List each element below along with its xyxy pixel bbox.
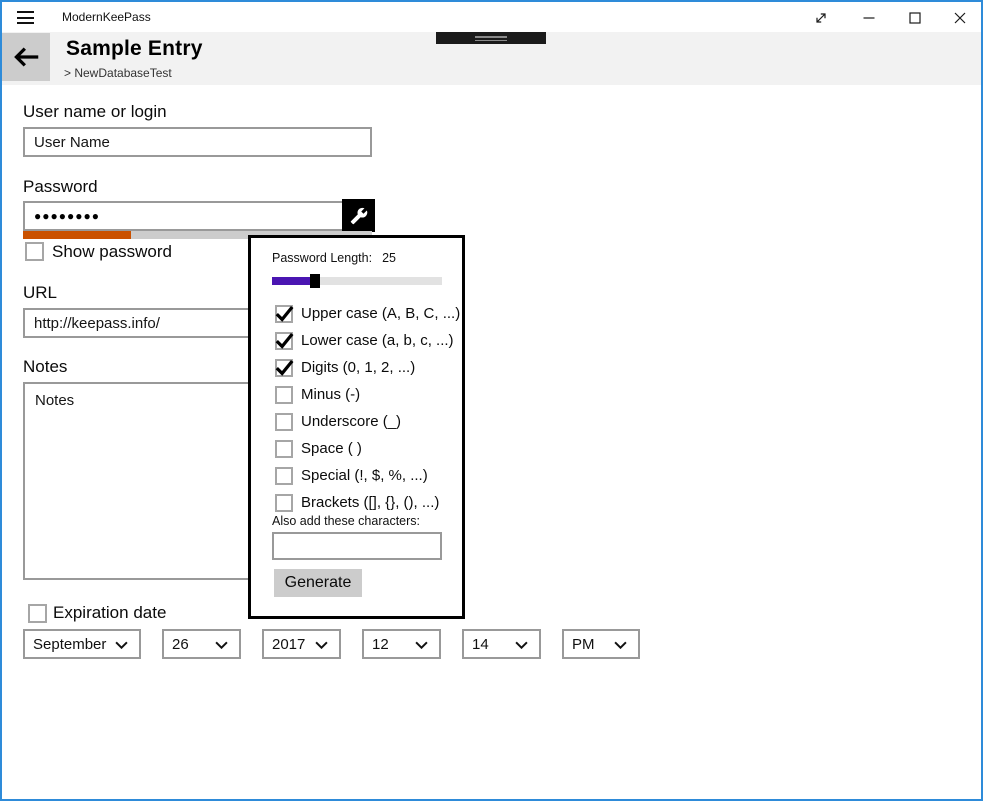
page-title: Sample Entry <box>66 37 203 61</box>
username-label: User name or login <box>23 102 167 122</box>
option-upper-case[interactable]: Upper case (A, B, C, ...) <box>275 300 460 327</box>
hour-value: 12 <box>372 636 389 653</box>
slider-fill <box>272 277 315 285</box>
checkbox[interactable] <box>275 413 293 431</box>
title-bar: ModernKeePass <box>2 2 981 32</box>
show-password-label: Show password <box>52 242 172 262</box>
password-label: Password <box>23 177 98 197</box>
chevron-down-icon <box>115 641 128 649</box>
close-button[interactable] <box>947 5 973 31</box>
expiration-checkbox[interactable] <box>28 604 47 623</box>
close-icon <box>953 11 967 25</box>
slider-thumb[interactable] <box>310 274 320 288</box>
generate-button[interactable]: Generate <box>274 569 362 597</box>
option-brackets[interactable]: Brackets ([], {}, (), ...) <box>275 489 460 516</box>
chevron-down-icon <box>215 641 228 649</box>
option-label: Space ( ) <box>301 440 362 457</box>
chevron-down-icon <box>315 641 328 649</box>
ampm-combobox[interactable]: PM <box>562 629 640 659</box>
option-label: Brackets ([], {}, (), ...) <box>301 494 439 511</box>
minute-combobox[interactable]: 14 <box>462 629 541 659</box>
checkbox[interactable] <box>275 359 293 377</box>
day-combobox[interactable]: 26 <box>162 629 241 659</box>
minimize-button[interactable] <box>856 5 882 31</box>
checkbox[interactable] <box>275 467 293 485</box>
password-generator-popup: Password Length: 25 Upper case (A, B, C,… <box>248 235 465 619</box>
also-add-label: Also add these characters: <box>272 514 420 528</box>
checkbox[interactable] <box>275 332 293 350</box>
password-length-slider[interactable] <box>272 277 442 285</box>
checkbox[interactable] <box>275 440 293 458</box>
option-label: Upper case (A, B, C, ...) <box>301 305 460 322</box>
checkmark-icon <box>275 304 294 323</box>
option-label: Minus (-) <box>301 386 360 403</box>
hour-combobox[interactable]: 12 <box>362 629 441 659</box>
password-length-value: 25 <box>382 251 396 265</box>
password-input[interactable] <box>23 201 372 231</box>
url-label: URL <box>23 283 57 303</box>
checkbox[interactable] <box>275 305 293 323</box>
maximize-button[interactable] <box>902 5 928 31</box>
expiration-label: Expiration date <box>53 603 166 623</box>
chevron-down-icon <box>515 641 528 649</box>
username-input[interactable] <box>23 127 372 157</box>
option-special[interactable]: Special (!, $, %, ...) <box>275 462 460 489</box>
year-combobox[interactable]: 2017 <box>262 629 341 659</box>
chevron-down-icon <box>415 641 428 649</box>
option-digits[interactable]: Digits (0, 1, 2, ...) <box>275 354 460 381</box>
maximize-icon <box>908 11 922 25</box>
day-value: 26 <box>172 636 189 653</box>
password-length-label: Password Length: <box>272 251 372 265</box>
option-space[interactable]: Space ( ) <box>275 435 460 462</box>
back-arrow-icon <box>12 43 40 71</box>
fullscreen-icon <box>814 11 828 25</box>
option-label: Digits (0, 1, 2, ...) <box>301 359 415 376</box>
checkbox[interactable] <box>275 494 293 512</box>
notes-label: Notes <box>23 357 67 377</box>
breadcrumb: > NewDatabaseTest <box>64 66 172 80</box>
option-label: Underscore (_) <box>301 413 401 430</box>
ampm-value: PM <box>572 636 595 653</box>
option-lower-case[interactable]: Lower case (a, b, c, ...) <box>275 327 460 354</box>
extra-characters-input[interactable] <box>272 532 442 560</box>
month-value: September <box>33 636 106 653</box>
option-underscore[interactable]: Underscore (_) <box>275 408 460 435</box>
chevron-down-icon <box>614 641 627 649</box>
app-title: ModernKeePass <box>62 2 151 32</box>
password-strength-fill <box>23 231 131 239</box>
show-password-checkbox[interactable] <box>25 242 44 261</box>
wrench-icon <box>350 207 368 225</box>
option-minus[interactable]: Minus (-) <box>275 381 460 408</box>
year-value: 2017 <box>272 636 305 653</box>
checkbox[interactable] <box>275 386 293 404</box>
option-label: Special (!, $, %, ...) <box>301 467 428 484</box>
hamburger-menu-icon[interactable] <box>17 11 34 24</box>
app-window: ModernKeePass Sample <box>0 0 983 801</box>
charset-options: Upper case (A, B, C, ...) Lower case (a,… <box>275 300 460 516</box>
checkmark-icon <box>275 331 294 350</box>
checkmark-icon <box>275 358 294 377</box>
month-combobox[interactable]: September <box>23 629 141 659</box>
minimize-icon <box>862 11 876 25</box>
option-label: Lower case (a, b, c, ...) <box>301 332 454 349</box>
appbar-grabber[interactable] <box>436 32 546 44</box>
minute-value: 14 <box>472 636 489 653</box>
page-header: Sample Entry > NewDatabaseTest <box>2 32 981 85</box>
password-generator-button[interactable] <box>342 199 375 232</box>
fullscreen-button[interactable] <box>808 5 834 31</box>
back-button[interactable] <box>2 33 50 81</box>
